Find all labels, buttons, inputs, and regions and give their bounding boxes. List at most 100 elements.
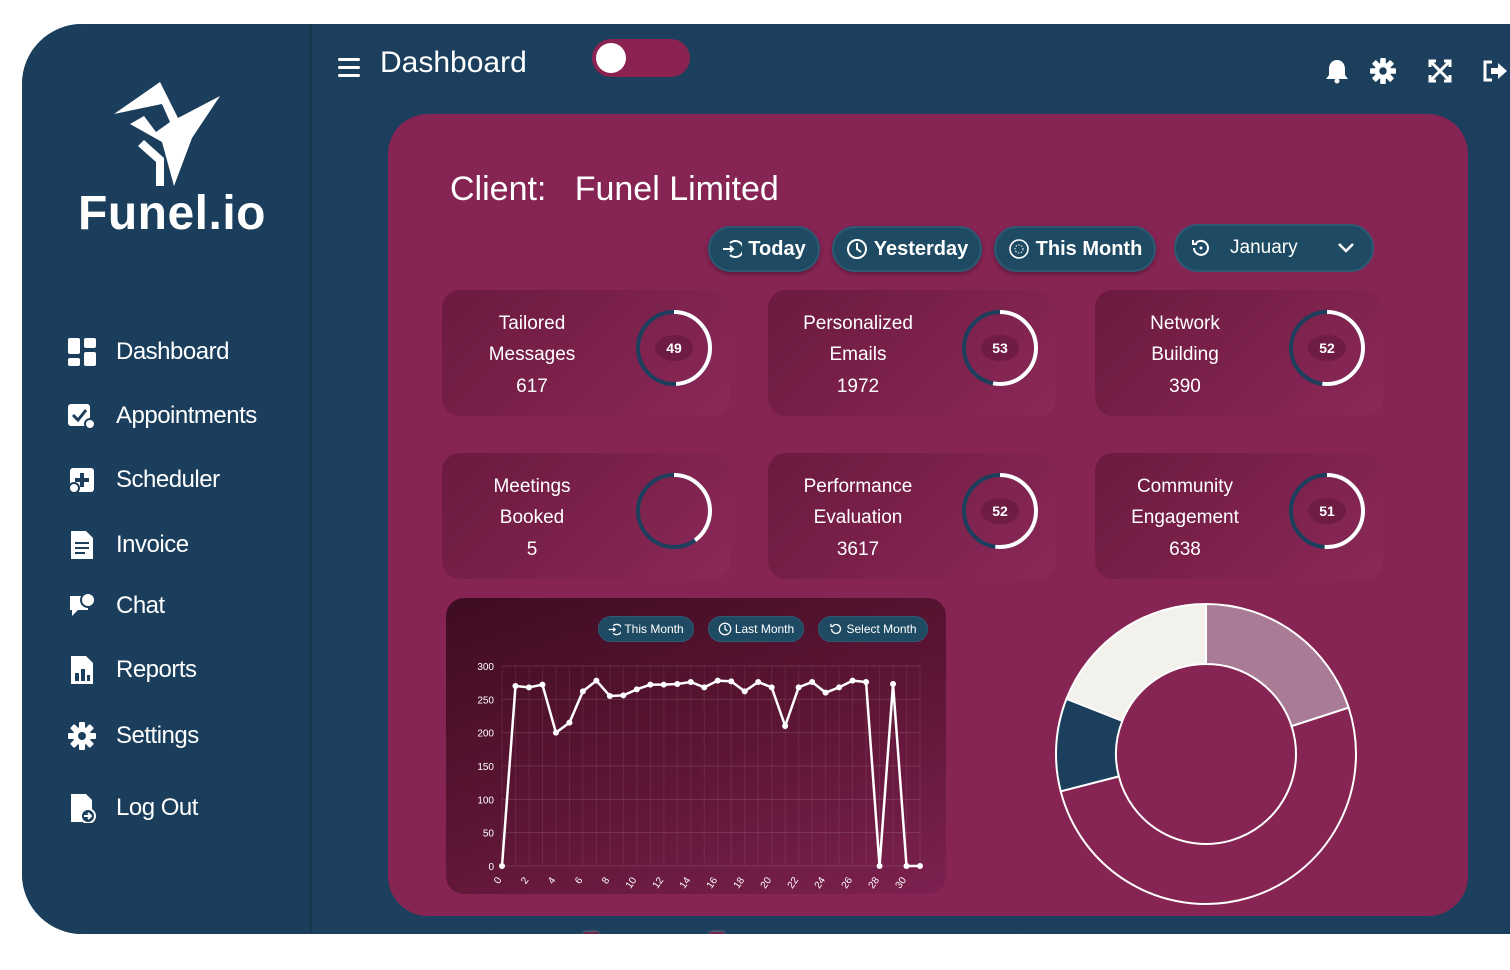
data-point xyxy=(512,683,519,689)
data-point xyxy=(836,684,843,691)
sidebar-item-label: Dashboard xyxy=(116,338,229,365)
month-select[interactable]: January xyxy=(1174,224,1374,272)
data-point xyxy=(687,679,694,685)
data-point xyxy=(890,681,897,687)
sidebar-item-settings[interactable]: Settings xyxy=(66,716,306,756)
data-point xyxy=(728,678,735,685)
sidebar-item-chat[interactable]: Chat xyxy=(66,586,306,626)
sidebar-item-invoice[interactable]: Invoice xyxy=(66,525,306,565)
stat-card-personalized-emails[interactable]: Personalized Emails 1972 53 xyxy=(768,290,1056,416)
sidebar-item-scheduler[interactable]: Scheduler xyxy=(66,460,306,500)
ring-value: 51 xyxy=(1319,503,1335,519)
data-point xyxy=(782,723,789,729)
x-tick-label: 0 xyxy=(492,875,504,886)
appointments-icon xyxy=(66,400,98,432)
data-point xyxy=(552,729,559,736)
data-point xyxy=(755,679,762,685)
sidebar-item-reports[interactable]: Reports xyxy=(66,650,306,690)
card-title: Emails xyxy=(829,344,887,365)
y-tick-label: 150 xyxy=(477,762,494,773)
progress-ring: 49 xyxy=(636,310,712,386)
sidebar: Funel.io Dashboard Appointments Schedule… xyxy=(22,24,312,934)
stat-card-network-building[interactable]: Network Building 390 52 xyxy=(1095,290,1383,416)
data-point xyxy=(606,693,613,699)
data-point xyxy=(863,679,870,685)
reports-icon xyxy=(66,654,98,686)
x-tick-label: 26 xyxy=(840,875,856,891)
data-point xyxy=(525,684,532,691)
card-title: Community xyxy=(1136,476,1234,497)
data-point xyxy=(849,677,856,684)
data-point xyxy=(809,679,816,685)
donut-slice xyxy=(1065,602,1207,723)
ring-value: 52 xyxy=(1319,340,1335,356)
y-tick-label: 200 xyxy=(477,729,494,740)
filter-today-button[interactable]: Today xyxy=(708,226,820,272)
line-chart: 0501001502002503000 2 4 6 8 10 12 14 16 18 20 22 24 2… xyxy=(477,662,923,891)
gear-icon xyxy=(66,720,98,752)
card-title: Meetings xyxy=(493,476,571,497)
filter-yesterday-button[interactable]: Yesterday xyxy=(832,226,982,272)
sidebar-item-label: Scheduler xyxy=(116,466,220,493)
progress-ring: 52 xyxy=(962,473,1038,549)
sidebar-item-logout[interactable]: Log Out xyxy=(66,788,306,828)
card-title: Messages xyxy=(488,344,576,365)
history-icon xyxy=(846,239,867,259)
menu-icon[interactable] xyxy=(338,58,360,78)
logout-icon xyxy=(66,792,98,824)
stat-card-tailored-messages[interactable]: Tailored Messages 617 49 xyxy=(442,290,730,416)
scheduler-icon xyxy=(66,464,98,496)
x-tick-label: 16 xyxy=(705,875,721,891)
data-point xyxy=(741,688,748,695)
history-icon xyxy=(1192,239,1209,256)
data-point xyxy=(566,719,573,726)
x-tick-label: 2 xyxy=(519,875,531,886)
stat-card-community-engagement[interactable]: Community Engagement 638 51 xyxy=(1095,453,1383,579)
card-value: 638 xyxy=(1169,539,1201,560)
ring-value: 52 xyxy=(992,503,1008,519)
y-tick-label: 250 xyxy=(477,695,494,706)
line-chart-card: This Month Last Month Select Month 0 50 10… xyxy=(446,598,946,894)
x-tick-label: 22 xyxy=(786,875,802,891)
sidebar-item-appointments[interactable]: Appointments xyxy=(66,396,306,436)
stat-card-meetings-booked[interactable]: Meetings Booked 5 xyxy=(442,453,730,579)
client-label: Client: xyxy=(450,170,547,208)
bell-icon[interactable] xyxy=(1324,58,1352,86)
invoice-icon xyxy=(66,529,98,561)
data-point xyxy=(647,681,654,688)
y-tick-label: 50 xyxy=(483,829,495,840)
data-point xyxy=(917,863,923,869)
stat-card-performance-evaluation[interactable]: Performance Evaluation 3617 52 xyxy=(768,453,1056,579)
x-tick-label: 10 xyxy=(624,875,640,891)
sidebar-item-label: Log Out xyxy=(116,794,198,821)
x-tick-label: 24 xyxy=(813,875,829,891)
chevron-down-icon xyxy=(1338,243,1354,253)
card-title: Engagement xyxy=(1131,507,1239,528)
card-value: 390 xyxy=(1169,376,1201,397)
progress-ring xyxy=(636,473,712,549)
watermark-text: www.technologycounter.com xyxy=(312,922,1261,934)
x-tick-label: 18 xyxy=(732,875,748,891)
card-value: 617 xyxy=(516,376,548,397)
data-point xyxy=(876,863,883,869)
card-title: Performance xyxy=(803,476,913,497)
series-line xyxy=(500,678,920,868)
theme-toggle[interactable] xyxy=(592,39,690,77)
data-point xyxy=(579,688,586,695)
filter-this-month-button[interactable]: This Month xyxy=(994,226,1156,272)
sidebar-item-dashboard[interactable]: Dashboard xyxy=(66,332,306,372)
sidebar-item-label: Chat xyxy=(116,592,165,619)
logout-icon[interactable] xyxy=(1482,59,1510,87)
ring-value: 49 xyxy=(666,340,682,356)
fullscreen-icon[interactable] xyxy=(1428,59,1456,87)
gear-icon[interactable] xyxy=(1370,58,1398,86)
sidebar-item-label: Appointments xyxy=(116,402,257,429)
card-title: Network xyxy=(1150,313,1220,334)
card-title: Building xyxy=(1151,344,1219,365)
month-select-value: January xyxy=(1230,237,1298,258)
sidebar-item-label: Invoice xyxy=(116,531,189,558)
card-value: 1972 xyxy=(836,376,880,397)
data-point xyxy=(903,863,910,869)
calendar-dot-icon xyxy=(1008,239,1029,259)
page-title: Dashboard xyxy=(380,46,527,79)
